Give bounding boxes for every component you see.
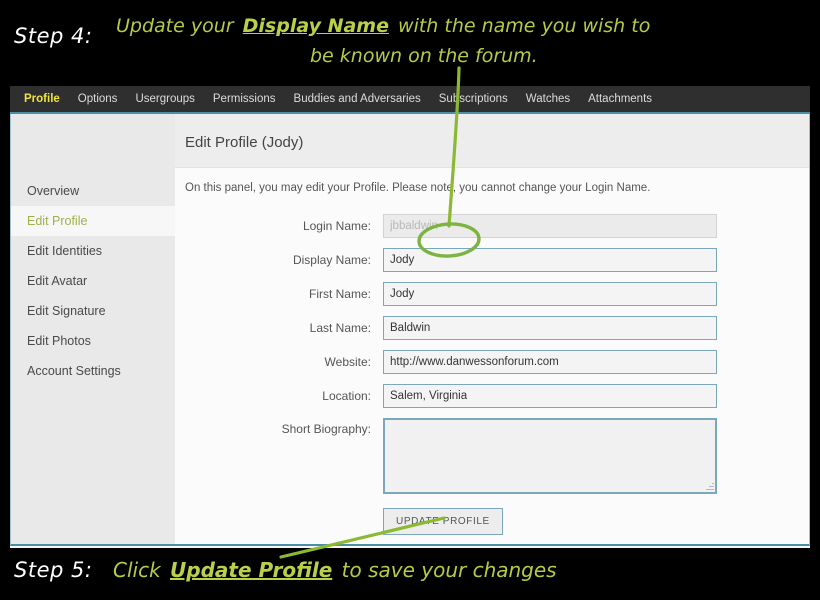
forum-panel: Profile Options Usergroups Permissions B… — [10, 86, 810, 548]
step4-text-suffix: with the name you wish to — [391, 15, 651, 37]
step4-annotation: Step 4: Update your Display Name with th… — [0, 0, 820, 86]
website-input[interactable] — [383, 350, 717, 374]
step4-emphasis: Display Name — [242, 15, 389, 37]
nav-tab-attachments[interactable]: Attachments — [588, 93, 652, 105]
field-row-login-name: Login Name: — [175, 214, 809, 238]
update-profile-button[interactable]: UPDATE PROFILE — [383, 508, 503, 535]
button-spacer — [175, 508, 383, 535]
field-row-website: Website: — [175, 350, 809, 374]
top-nav-tabs: Profile Options Usergroups Permissions B… — [10, 86, 810, 114]
label-display-name: Display Name: — [292, 253, 371, 267]
main-content: Edit Profile (Jody) On this panel, you m… — [175, 114, 809, 544]
step4-instruction-line2: be known on the forum. — [310, 45, 538, 67]
field-row-display-name: Display Name: — [175, 248, 809, 272]
nav-tab-watches[interactable]: Watches — [526, 93, 570, 105]
page-title: Edit Profile (Jody) — [175, 114, 809, 167]
step5-label: Step 5: — [14, 558, 93, 582]
nav-tab-buddies-and-adversaries[interactable]: Buddies and Adversaries — [294, 93, 421, 105]
sidebar-item-edit-signature[interactable]: Edit Signature — [11, 296, 175, 326]
step5-text-prefix: Click — [113, 558, 168, 582]
label-location: Location: — [322, 389, 371, 403]
first-name-input[interactable] — [383, 282, 717, 306]
nav-tab-subscriptions[interactable]: Subscriptions — [439, 93, 508, 105]
panel-description: On this panel, you may edit your Profile… — [175, 167, 809, 206]
last-name-input[interactable] — [383, 316, 717, 340]
nav-tab-profile[interactable]: Profile — [24, 93, 60, 105]
field-row-short-biography: Short Biography: — [175, 418, 809, 494]
field-row-first-name: First Name: — [175, 282, 809, 306]
panel-body: Overview Edit Profile Edit Identities Ed… — [10, 114, 810, 546]
short-biography-textarea[interactable] — [383, 418, 717, 494]
sidebar-item-edit-photos[interactable]: Edit Photos — [11, 326, 175, 356]
step4-text-prefix: Update your — [116, 15, 240, 37]
label-login-name: Login Name: — [302, 219, 371, 233]
sidebar-item-edit-profile[interactable]: Edit Profile — [11, 206, 175, 236]
label-first-name: First Name: — [308, 287, 371, 301]
step4-instruction-line1: Update your Display Name with the name y… — [116, 12, 650, 40]
form-actions: UPDATE PROFILE — [175, 508, 809, 535]
resize-grip-icon[interactable] — [705, 482, 714, 491]
label-last-name: Last Name: — [309, 321, 371, 335]
login-name-input — [383, 214, 717, 238]
nav-tab-permissions[interactable]: Permissions — [213, 93, 276, 105]
field-row-last-name: Last Name: — [175, 316, 809, 340]
display-name-input[interactable] — [383, 248, 717, 272]
label-website: Website: — [324, 355, 371, 369]
location-input[interactable] — [383, 384, 717, 408]
step5-emphasis: Update Profile — [170, 558, 333, 582]
nav-tab-options[interactable]: Options — [78, 93, 118, 105]
label-short-biography: Short Biography: — [281, 422, 371, 436]
step4-label: Step 4: — [14, 24, 93, 48]
field-row-location: Location: — [175, 384, 809, 408]
profile-sidebar: Overview Edit Profile Edit Identities Ed… — [11, 114, 175, 544]
step5-text-suffix: to save your changes — [335, 558, 557, 582]
sidebar-item-overview[interactable]: Overview — [11, 176, 175, 206]
sidebar-item-edit-identities[interactable]: Edit Identities — [11, 236, 175, 266]
sidebar-item-account-settings[interactable]: Account Settings — [11, 356, 175, 386]
edit-profile-form: Login Name: Display Name: First Name: La… — [175, 206, 809, 535]
nav-tab-usergroups[interactable]: Usergroups — [135, 93, 194, 105]
sidebar-item-edit-avatar[interactable]: Edit Avatar — [11, 266, 175, 296]
step5-instruction: Click Update Profile to save your change… — [113, 558, 557, 582]
